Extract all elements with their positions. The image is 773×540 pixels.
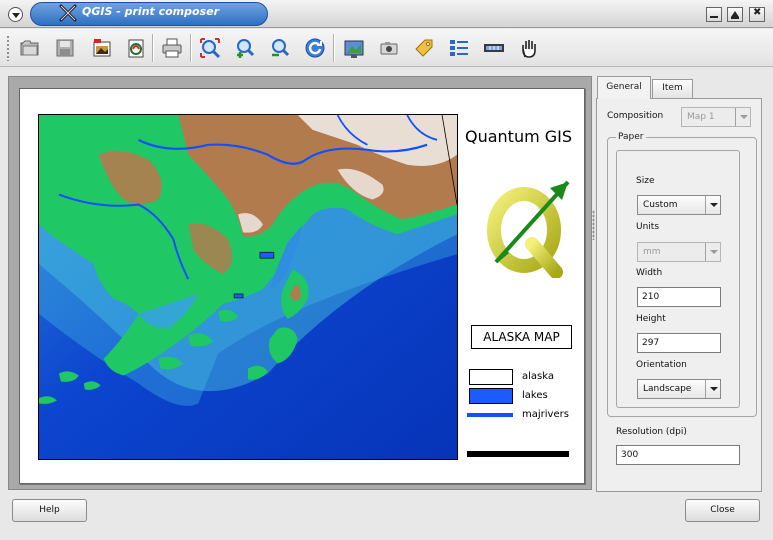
orientation-combo[interactable]: Landscape (637, 379, 721, 399)
resolution-field[interactable]: 300 (616, 445, 740, 465)
label-tag-icon (415, 39, 433, 57)
add-map-button[interactable] (341, 35, 367, 61)
window-title: QGIS - print composer (82, 5, 220, 18)
composition-label: Composition (607, 111, 664, 121)
composition-combo[interactable]: Map 1 (681, 107, 751, 127)
alaska-map-image (39, 115, 457, 459)
select-move-button[interactable] (516, 35, 542, 61)
size-combo[interactable]: Custom (637, 195, 721, 215)
hand-icon (522, 40, 536, 58)
composer-canvas[interactable]: Quantum GIS ALASKA MAP alaska lakes majr… (8, 76, 592, 490)
legend-swatch (469, 369, 513, 385)
image-export-icon (93, 39, 111, 57)
zoom-in-button[interactable] (232, 35, 258, 61)
toolbar-grip[interactable] (6, 35, 10, 61)
map-label[interactable]: ALASKA MAP (471, 325, 572, 349)
resolution-label: Resolution (dpi) (616, 427, 687, 437)
save-template-button[interactable] (52, 35, 78, 61)
scalebar-item[interactable] (467, 451, 569, 457)
map-item[interactable] (38, 114, 458, 460)
height-label: Height (636, 314, 666, 324)
toolbar-separator (190, 34, 192, 62)
add-image-button[interactable] (376, 35, 402, 61)
open-template-button[interactable] (17, 35, 43, 61)
map-title[interactable]: Quantum GIS (465, 127, 572, 146)
width-label: Width (636, 268, 663, 278)
export-image-button[interactable] (89, 35, 115, 61)
height-field[interactable]: 297 (637, 333, 721, 353)
splitter-handle[interactable] (592, 210, 595, 240)
legend-swatch (469, 388, 513, 404)
chevron-down-icon (705, 380, 720, 398)
chevron-down-icon (705, 196, 720, 214)
toolbar (0, 29, 773, 67)
floppy-disk-icon (56, 39, 74, 57)
size-label: Size (636, 176, 655, 186)
window-menu-button[interactable] (8, 7, 23, 22)
zoom-out-button[interactable] (267, 35, 293, 61)
add-scalebar-button[interactable] (481, 35, 507, 61)
refresh-icon (305, 38, 325, 58)
help-button[interactable]: Help (12, 499, 87, 522)
qgis-logo-icon[interactable] (480, 174, 576, 278)
qgis-x-icon (59, 4, 77, 22)
title-bar: QGIS - print composer (0, 0, 773, 28)
minimize-button[interactable] (706, 7, 722, 22)
composition-value: Map 1 (687, 112, 715, 122)
export-svg-button[interactable] (123, 35, 149, 61)
legend-item-lakes[interactable]: lakes (467, 388, 597, 404)
tab-general[interactable]: General (597, 76, 651, 99)
legend-line (467, 413, 513, 417)
paper-groupbox: Paper Size Custom Units mm Width 210 Hei… (607, 132, 757, 417)
svg-export-icon (128, 39, 144, 58)
paper-group-title: Paper (616, 132, 646, 142)
close-button[interactable]: Close (685, 499, 760, 522)
zoom-full-icon (200, 38, 221, 59)
orientation-value: Landscape (643, 384, 692, 394)
printer-icon (162, 38, 182, 58)
refresh-button[interactable] (302, 35, 328, 61)
chevron-down-icon (735, 108, 750, 126)
add-label-button[interactable] (411, 35, 437, 61)
legend-icon (450, 40, 468, 56)
close-window-button[interactable] (749, 7, 765, 22)
add-legend-button[interactable] (446, 35, 472, 61)
general-tab-body: Composition Map 1 Paper Size Custom Unit… (596, 98, 762, 492)
units-label: Units (636, 222, 660, 232)
print-button[interactable] (159, 35, 185, 61)
chevron-down-icon (705, 243, 720, 261)
legend-label: alaska (522, 371, 554, 382)
legend-label: majrivers (522, 409, 569, 420)
paper-sheet[interactable]: Quantum GIS ALASKA MAP alaska lakes majr… (19, 88, 585, 484)
units-combo[interactable]: mm (637, 242, 721, 262)
orientation-label: Orientation (636, 360, 687, 370)
legend-label: lakes (522, 390, 548, 401)
size-value: Custom (643, 200, 678, 210)
width-field[interactable]: 210 (637, 287, 721, 307)
legend-item-majrivers[interactable]: majrivers (467, 407, 597, 423)
options-panel: General Item Composition Map 1 Paper Siz… (596, 76, 766, 492)
toolbar-separator (333, 34, 335, 62)
camera-icon (380, 42, 398, 55)
tab-item[interactable]: Item (652, 79, 693, 98)
zoom-full-button[interactable] (197, 35, 223, 61)
scalebar-icon (484, 44, 504, 52)
zoom-out-icon (272, 39, 290, 57)
legend-item-alaska[interactable]: alaska (467, 369, 597, 385)
maximize-button[interactable] (727, 7, 743, 22)
units-value: mm (643, 247, 661, 257)
folder-open-icon (20, 40, 39, 56)
add-map-icon (344, 40, 364, 58)
zoom-in-icon (237, 39, 255, 58)
toolbar-separator (152, 34, 154, 62)
